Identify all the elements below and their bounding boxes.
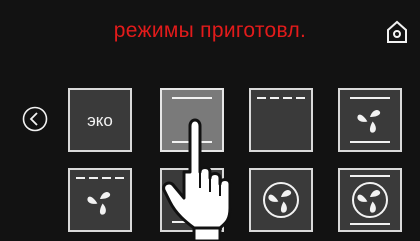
top-heat-dashed-icon: [257, 97, 307, 99]
mode-tile-fan-top-dashed[interactable]: [68, 168, 132, 232]
mode-tile-fan-ring-top-bottom[interactable]: [338, 168, 402, 232]
home-button[interactable]: [385, 19, 409, 45]
screen-title: режимы приготовл.: [113, 19, 307, 42]
mode-tile-eco[interactable]: эко: [68, 88, 132, 152]
chevron-left-circle-icon: [22, 106, 48, 132]
fan-ring-icon: [263, 182, 299, 218]
back-button[interactable]: [22, 106, 48, 132]
pointing-hand-icon: [162, 118, 232, 241]
mode-tile-top-heat-dashed[interactable]: [249, 88, 313, 152]
fan-top-bottom-icon: [350, 97, 390, 143]
mode-tile-fan-top-bottom[interactable]: [338, 88, 402, 152]
mode-tile-fan-ring[interactable]: [249, 168, 313, 232]
home-icon: [387, 20, 407, 43]
mode-label-eco: эко: [87, 111, 113, 130]
fan-ring-top-bottom-icon: [350, 175, 390, 225]
fan-top-dashed-icon: [76, 177, 126, 215]
